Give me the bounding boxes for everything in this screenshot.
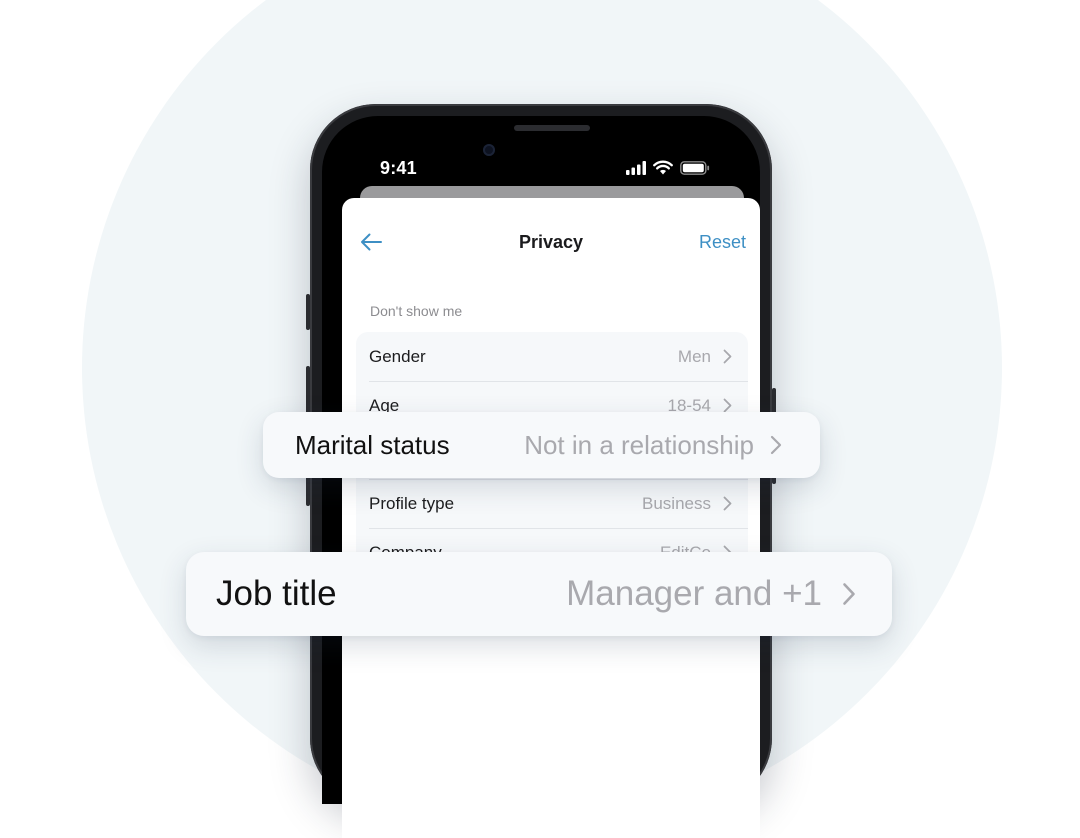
privacy-screen: Privacy Reset Don't show me Gender Men A… bbox=[342, 198, 760, 838]
camera-icon bbox=[483, 144, 495, 156]
row-value: Business bbox=[642, 493, 711, 513]
row-label: Profile type bbox=[369, 493, 455, 513]
chevron-right-icon bbox=[843, 583, 855, 605]
navigation-bar: Privacy Reset bbox=[342, 198, 760, 288]
chevron-right-icon bbox=[723, 349, 732, 364]
reset-button[interactable]: Reset bbox=[699, 232, 746, 253]
row-gender[interactable]: Gender Men bbox=[356, 332, 748, 381]
page-title: Privacy bbox=[518, 232, 584, 252]
job-title-value: Manager and +1 bbox=[566, 574, 822, 613]
section-label: Don't show me bbox=[370, 303, 463, 319]
speaker-grille bbox=[514, 125, 590, 131]
marital-status-label: Marital status bbox=[295, 429, 450, 460]
status-time: 9:41 bbox=[380, 158, 417, 178]
row-label: Gender bbox=[369, 346, 426, 366]
row-profile-type[interactable]: Profile type Business bbox=[356, 479, 748, 528]
job-title-label: Job title bbox=[216, 574, 337, 613]
marital-status-value: Not in a relationship bbox=[524, 429, 754, 460]
chevron-right-icon bbox=[770, 435, 782, 455]
chevron-right-icon bbox=[723, 398, 732, 413]
signal-icon bbox=[626, 160, 646, 175]
status-icons bbox=[626, 160, 710, 175]
mute-switch bbox=[306, 294, 310, 330]
wifi-icon bbox=[653, 160, 673, 175]
battery-icon bbox=[680, 160, 710, 175]
job-title-card[interactable]: Job title Manager and +1 bbox=[186, 552, 892, 636]
marital-status-card[interactable]: Marital status Not in a relationship bbox=[263, 412, 820, 478]
row-value: Men bbox=[677, 346, 711, 366]
chevron-right-icon bbox=[723, 496, 732, 511]
